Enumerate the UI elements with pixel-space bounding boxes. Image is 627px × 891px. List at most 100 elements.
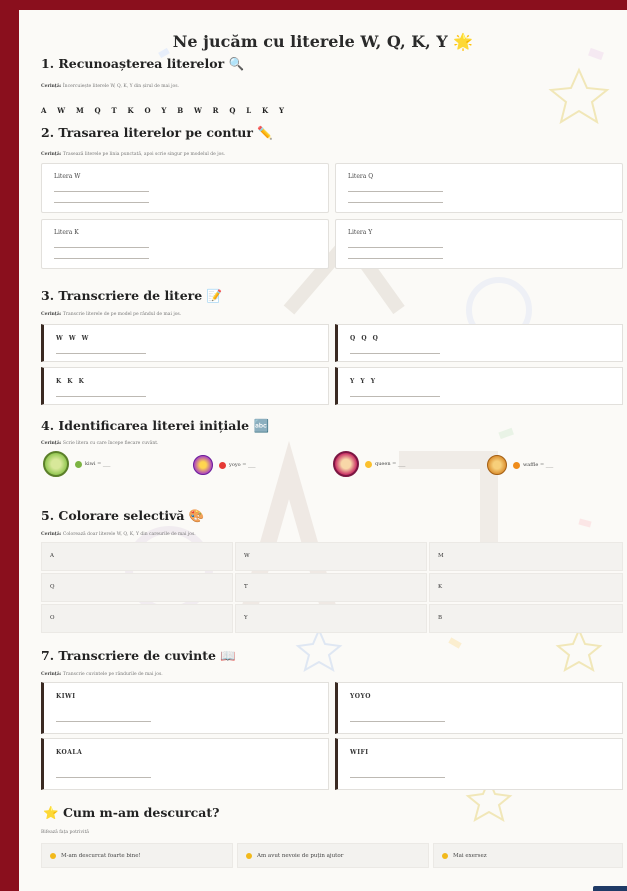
writing-line xyxy=(350,721,445,722)
eval-option-very-good[interactable]: M-am descurcat foarte bine! xyxy=(41,843,233,868)
model-letters: Q Q Q xyxy=(350,335,380,342)
section-4-instruction: Cerință: Scrie litera cu care începe fie… xyxy=(41,441,159,446)
writing-line xyxy=(54,191,149,192)
word-box-kiwi[interactable]: KIWI xyxy=(41,682,329,734)
trace-box-label: Litera W xyxy=(54,173,81,180)
color-cell[interactable]: M xyxy=(429,542,623,571)
initial-prompt[interactable]: queen = ___ xyxy=(375,461,405,467)
transcribe-box-w[interactable]: W W W xyxy=(41,324,329,362)
page-title: Ne jucăm cu literele W, Q, K, Y 🌟 xyxy=(172,32,474,51)
writing-line xyxy=(56,721,151,722)
writing-line xyxy=(56,396,146,397)
bullet-icon xyxy=(365,460,372,468)
evaluation-subtitle: Bifează fața potrivită xyxy=(41,830,89,835)
star-icon: ⭐ xyxy=(43,805,59,820)
writing-line xyxy=(350,777,445,778)
eval-option-label: M-am descurcat foarte bine! xyxy=(61,852,141,859)
word-box-koala[interactable]: KOALA xyxy=(41,738,329,790)
color-cell[interactable]: T xyxy=(235,573,427,602)
initial-prompt[interactable]: yoyo = ___ xyxy=(229,462,256,468)
writing-line xyxy=(350,396,440,397)
memo-icon: 📝 xyxy=(206,288,223,303)
smiley-icon xyxy=(246,852,252,859)
model-letters: Y Y Y xyxy=(350,378,378,385)
initial-prompt[interactable]: waffle = ___ xyxy=(523,462,553,468)
model-letters: W W W xyxy=(56,335,91,342)
trace-box-q[interactable]: Litera Q xyxy=(335,163,623,213)
color-cell[interactable]: O xyxy=(41,604,233,633)
writing-line xyxy=(348,191,443,192)
model-word: YOYO xyxy=(350,693,372,700)
bullet-icon xyxy=(219,461,226,469)
star-icon: 🌟 xyxy=(453,32,474,51)
writing-line xyxy=(56,777,151,778)
writing-line xyxy=(54,202,149,203)
eval-option-label: Am avut nevoie de puțin ajutor xyxy=(257,852,344,859)
eval-option-label: Mai exersez xyxy=(453,852,487,859)
writing-line xyxy=(56,353,146,354)
model-word: KOALA xyxy=(56,749,83,756)
evaluation-title: ⭐ Cum m-am descurcat? xyxy=(43,805,220,820)
initial-item-yoyo: yoyo = ___ xyxy=(193,455,256,475)
bullet-icon xyxy=(75,460,82,468)
model-word: WIFI xyxy=(350,749,369,756)
color-cell[interactable]: W xyxy=(235,542,427,571)
model-word: KIWI xyxy=(56,693,76,700)
section-5-instruction: Cerință: Colorează doar literele W, Q, K… xyxy=(41,532,196,537)
writing-line xyxy=(54,247,149,248)
eval-option-practice-more[interactable]: Mai exersez xyxy=(433,843,623,868)
trace-box-label: Litera K xyxy=(54,229,79,236)
section-2-title: 2. Trasarea literelor pe contur ✏️ xyxy=(41,125,273,140)
queen-image xyxy=(333,451,359,477)
smiley-icon xyxy=(50,852,56,859)
kiwi-image xyxy=(43,451,69,477)
transcribe-box-y[interactable]: Y Y Y xyxy=(335,367,623,405)
writing-line xyxy=(54,258,149,259)
section-1-instruction: Cerință: Încercuiește literele W, Q, K, … xyxy=(41,84,179,89)
trace-box-y[interactable]: Litera Y xyxy=(335,219,623,269)
trace-box-label: Litera Q xyxy=(348,173,374,180)
yoyo-image xyxy=(193,455,213,475)
book-icon: 📖 xyxy=(220,648,236,663)
color-cell[interactable]: K xyxy=(429,573,623,602)
color-cell[interactable]: A xyxy=(41,542,233,571)
section-1-title: 1. Recunoașterea literelor 🔍 xyxy=(41,56,245,71)
worksheet-content: Ne jucăm cu literele W, Q, K, Y 🌟 1. Rec… xyxy=(19,10,627,891)
writing-line xyxy=(348,202,443,203)
magnifier-icon: 🔍 xyxy=(228,56,245,71)
transcribe-box-q[interactable]: Q Q Q xyxy=(335,324,623,362)
section-2-instruction: Cerință: Trasează literele pe linia punc… xyxy=(41,152,226,157)
section-7-instruction: Cerință: Transcrie cuvintele pe rânduril… xyxy=(41,672,163,677)
trace-box-k[interactable]: Litera K xyxy=(41,219,329,269)
initial-item-kiwi: kiwi = ___ xyxy=(43,451,110,477)
initial-item-waffle: waffle = ___ xyxy=(487,455,553,475)
transcribe-box-k[interactable]: K K K xyxy=(41,367,329,405)
model-letters: K K K xyxy=(56,378,86,385)
initial-prompt[interactable]: kiwi = ___ xyxy=(85,461,110,467)
section-3-title: 3. Transcriere de litere 📝 xyxy=(41,288,223,303)
section-5-title: 5. Colorare selectivă 🎨 xyxy=(41,508,205,523)
writing-line xyxy=(348,247,443,248)
word-box-wifi[interactable]: WIFI xyxy=(335,738,623,790)
initial-item-queen: queen = ___ xyxy=(333,451,405,477)
trace-box-w[interactable]: Litera W xyxy=(41,163,329,213)
waffle-image xyxy=(487,455,507,475)
color-cell[interactable]: Y xyxy=(235,604,427,633)
corner-badge[interactable] xyxy=(593,886,627,891)
word-box-yoyo[interactable]: YOYO xyxy=(335,682,623,734)
smiley-icon xyxy=(442,852,448,859)
section-3-instruction: Cerință: Transcrie literele de pe model … xyxy=(41,312,182,317)
letter-sequence[interactable]: A W M Q T K O Y B W R Q L K Y xyxy=(41,106,288,115)
writing-line xyxy=(348,258,443,259)
pencil-icon: ✏️ xyxy=(257,125,273,140)
worksheet-page: Ne jucăm cu literele W, Q, K, Y 🌟 1. Rec… xyxy=(19,10,627,891)
color-cell[interactable]: Q xyxy=(41,573,233,602)
section-7-title: 7. Transcriere de cuvinte 📖 xyxy=(41,648,236,663)
bullet-icon xyxy=(513,461,520,469)
section-4-title: 4. Identificarea literei inițiale 🔤 xyxy=(41,418,270,433)
trace-box-label: Litera Y xyxy=(348,229,373,236)
color-cell[interactable]: B xyxy=(429,604,623,633)
eval-option-needed-help[interactable]: Am avut nevoie de puțin ajutor xyxy=(237,843,429,868)
abc-icon: 🔤 xyxy=(253,418,270,433)
palette-icon: 🎨 xyxy=(188,508,205,523)
